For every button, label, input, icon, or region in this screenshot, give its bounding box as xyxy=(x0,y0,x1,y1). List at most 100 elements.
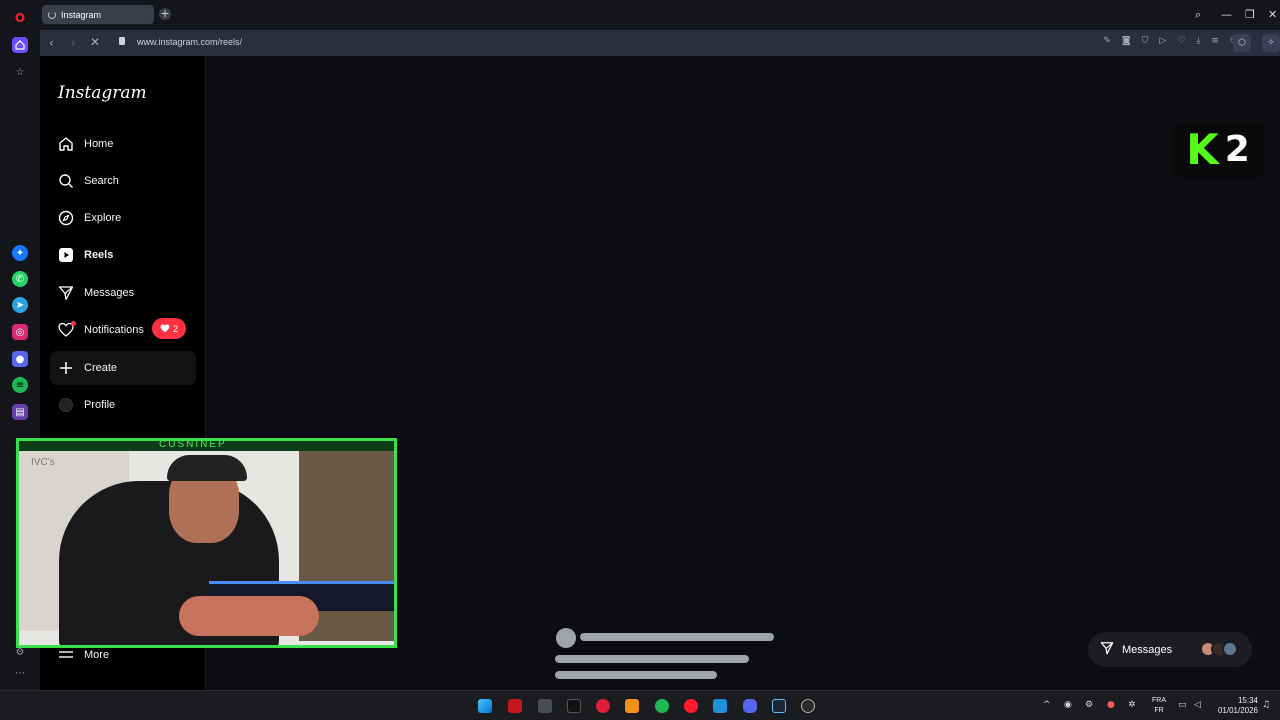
webcam-hand xyxy=(179,596,319,636)
microphone-icon[interactable]: ● xyxy=(1107,700,1115,710)
nav-label: Profile xyxy=(84,399,116,411)
nav-profile[interactable]: Profile xyxy=(50,388,196,422)
more-dots-icon[interactable]: ⋯ xyxy=(12,665,28,681)
maximize-button[interactable]: ❐ xyxy=(1245,8,1255,21)
nav-reels[interactable]: Reels xyxy=(50,238,196,272)
tab-instagram[interactable]: Instagram xyxy=(42,5,154,24)
skeleton-avatar xyxy=(556,628,576,648)
search-tabs-icon[interactable]: ⌕ xyxy=(1195,8,1201,22)
instagram-logo[interactable]: Instagram xyxy=(58,83,147,103)
language-indicator[interactable]: FRA FR xyxy=(1152,696,1166,716)
close-button[interactable]: ✕ xyxy=(1268,8,1277,21)
messages-pill-label: Messages xyxy=(1122,643,1173,656)
messenger-icon[interactable]: ✦ xyxy=(12,245,28,261)
notifications-count: 2 xyxy=(172,323,178,334)
discord-icon[interactable] xyxy=(743,699,757,713)
extension-button[interactable]: ⬡ xyxy=(1233,34,1251,52)
loading-spinner-icon xyxy=(48,10,56,19)
edit-icon[interactable]: ✎ xyxy=(1103,36,1111,46)
nav-label: Notifications xyxy=(84,324,144,336)
tray-steam-icon[interactable]: ⚙ xyxy=(1085,700,1093,710)
instagram-icon[interactable]: ◎ xyxy=(12,324,28,340)
notification-dot xyxy=(71,321,76,326)
messages-pill[interactable]: Messages xyxy=(1088,632,1252,667)
forward-button[interactable]: › xyxy=(71,36,76,50)
nav-messages[interactable]: Messages xyxy=(50,276,196,310)
whatsapp-icon[interactable]: ✆ xyxy=(12,271,28,287)
nav-label: Create xyxy=(84,362,118,374)
minimize-button[interactable]: — xyxy=(1221,8,1232,21)
message-avatars xyxy=(1200,641,1238,657)
webcam-overlay: CUSNINEP IVC’s xyxy=(16,438,397,648)
discord-icon[interactable]: ● xyxy=(12,351,28,367)
avatar-icon xyxy=(58,397,74,413)
nav-label: Search xyxy=(84,175,119,187)
reels-icon xyxy=(58,247,74,263)
nav-label: Messages xyxy=(84,287,135,299)
home-icon[interactable] xyxy=(12,37,28,53)
app-red-icon[interactable] xyxy=(596,699,610,713)
clock[interactable]: 15:34 01/01/2026 xyxy=(1218,696,1258,716)
tray-chevron-icon[interactable]: ^ xyxy=(1043,700,1051,710)
download-icon[interactable]: ⤓ xyxy=(1196,36,1200,46)
kick-overlay: K 2 xyxy=(1172,122,1264,178)
address-bar-tools: ✎ ◙ ⛉ ▷ ♡ ⤓ ≡ ⚇ xyxy=(1103,36,1238,46)
tray-settings-icon[interactable]: ✲ xyxy=(1128,700,1136,710)
tab-title: Instagram xyxy=(61,9,102,20)
taskbar: ^ ◉ ⚙ ● ✲ FRA FR ▭ ◁ 15:34 01/01/2026 ♫ xyxy=(0,690,1280,720)
nav-explore[interactable]: Explore xyxy=(50,201,196,235)
shield-icon[interactable]: ⛉ xyxy=(1142,36,1149,46)
lock-icon xyxy=(119,37,125,45)
camera-icon[interactable]: ◙ xyxy=(1122,36,1131,46)
tray-app-icon[interactable]: ◉ xyxy=(1064,700,1072,710)
home-icon xyxy=(58,136,74,152)
nav-search[interactable]: Search xyxy=(50,164,196,198)
skeleton-line xyxy=(555,671,717,679)
network-icon[interactable]: ▭ xyxy=(1178,700,1187,710)
twitch-icon[interactable]: ▤ xyxy=(12,404,28,420)
url-field[interactable]: www.instagram.com/reels/ xyxy=(137,37,242,47)
heart-filled-icon xyxy=(160,324,170,333)
new-tab-button[interactable]: + xyxy=(159,8,171,20)
address-bar-row: ‹ › ✕ www.instagram.com/reels/ ✎ ◙ ⛉ ▷ ♡… xyxy=(40,30,1280,56)
compass-icon xyxy=(58,210,74,226)
more-label: More xyxy=(84,648,110,661)
opera-icon[interactable] xyxy=(684,699,698,713)
nav-notifications[interactable]: Notifications 2 xyxy=(50,313,196,347)
windows-start-icon[interactable] xyxy=(478,699,492,713)
clock-time: 15:34 xyxy=(1237,696,1258,705)
telegram-icon[interactable]: ➤ xyxy=(12,297,28,313)
ai-button[interactable]: ✧ xyxy=(1262,34,1280,52)
back-button[interactable]: ‹ xyxy=(49,36,54,50)
volume-icon[interactable]: ◁ xyxy=(1194,700,1201,710)
aimp-icon[interactable] xyxy=(625,699,639,713)
nav-create[interactable]: Create xyxy=(50,351,196,385)
plus-icon xyxy=(58,360,74,376)
star-icon[interactable]: ☆ xyxy=(12,64,28,80)
snipping-tool-icon[interactable] xyxy=(538,699,552,713)
stop-loading-button[interactable]: ✕ xyxy=(90,35,100,49)
app-icon[interactable] xyxy=(508,699,522,713)
steam-icon[interactable] xyxy=(772,699,786,713)
keyboard-layout: FR xyxy=(1154,707,1164,714)
menu-icon[interactable]: ≡ xyxy=(1211,36,1219,46)
nav-home[interactable]: Home xyxy=(50,127,196,161)
tab-bar: Instagram + ⌕ — ❐ ✕ xyxy=(40,0,1280,30)
obs-icon[interactable] xyxy=(801,699,815,713)
notification-bell-icon[interactable]: ♫ xyxy=(1262,700,1270,710)
webcam-title: CUSNINEP xyxy=(159,439,227,450)
spotify-icon[interactable]: ≡ xyxy=(12,377,28,393)
heart-icon[interactable]: ♡ xyxy=(1177,36,1185,46)
opera-logo-icon[interactable]: O xyxy=(12,10,28,26)
language-code: FRA xyxy=(1152,697,1166,704)
app-blue-icon[interactable] xyxy=(713,699,727,713)
spotify-icon[interactable] xyxy=(655,699,669,713)
play-icon[interactable]: ▷ xyxy=(1159,36,1166,46)
heart-icon xyxy=(58,321,76,338)
notifications-badge: 2 xyxy=(152,318,186,339)
kick-number: 2 xyxy=(1224,129,1250,170)
webcam-watermark: IVC’s xyxy=(31,457,55,468)
send-icon xyxy=(1100,641,1114,658)
avatar xyxy=(1222,641,1238,657)
capcut-icon[interactable] xyxy=(567,699,581,713)
